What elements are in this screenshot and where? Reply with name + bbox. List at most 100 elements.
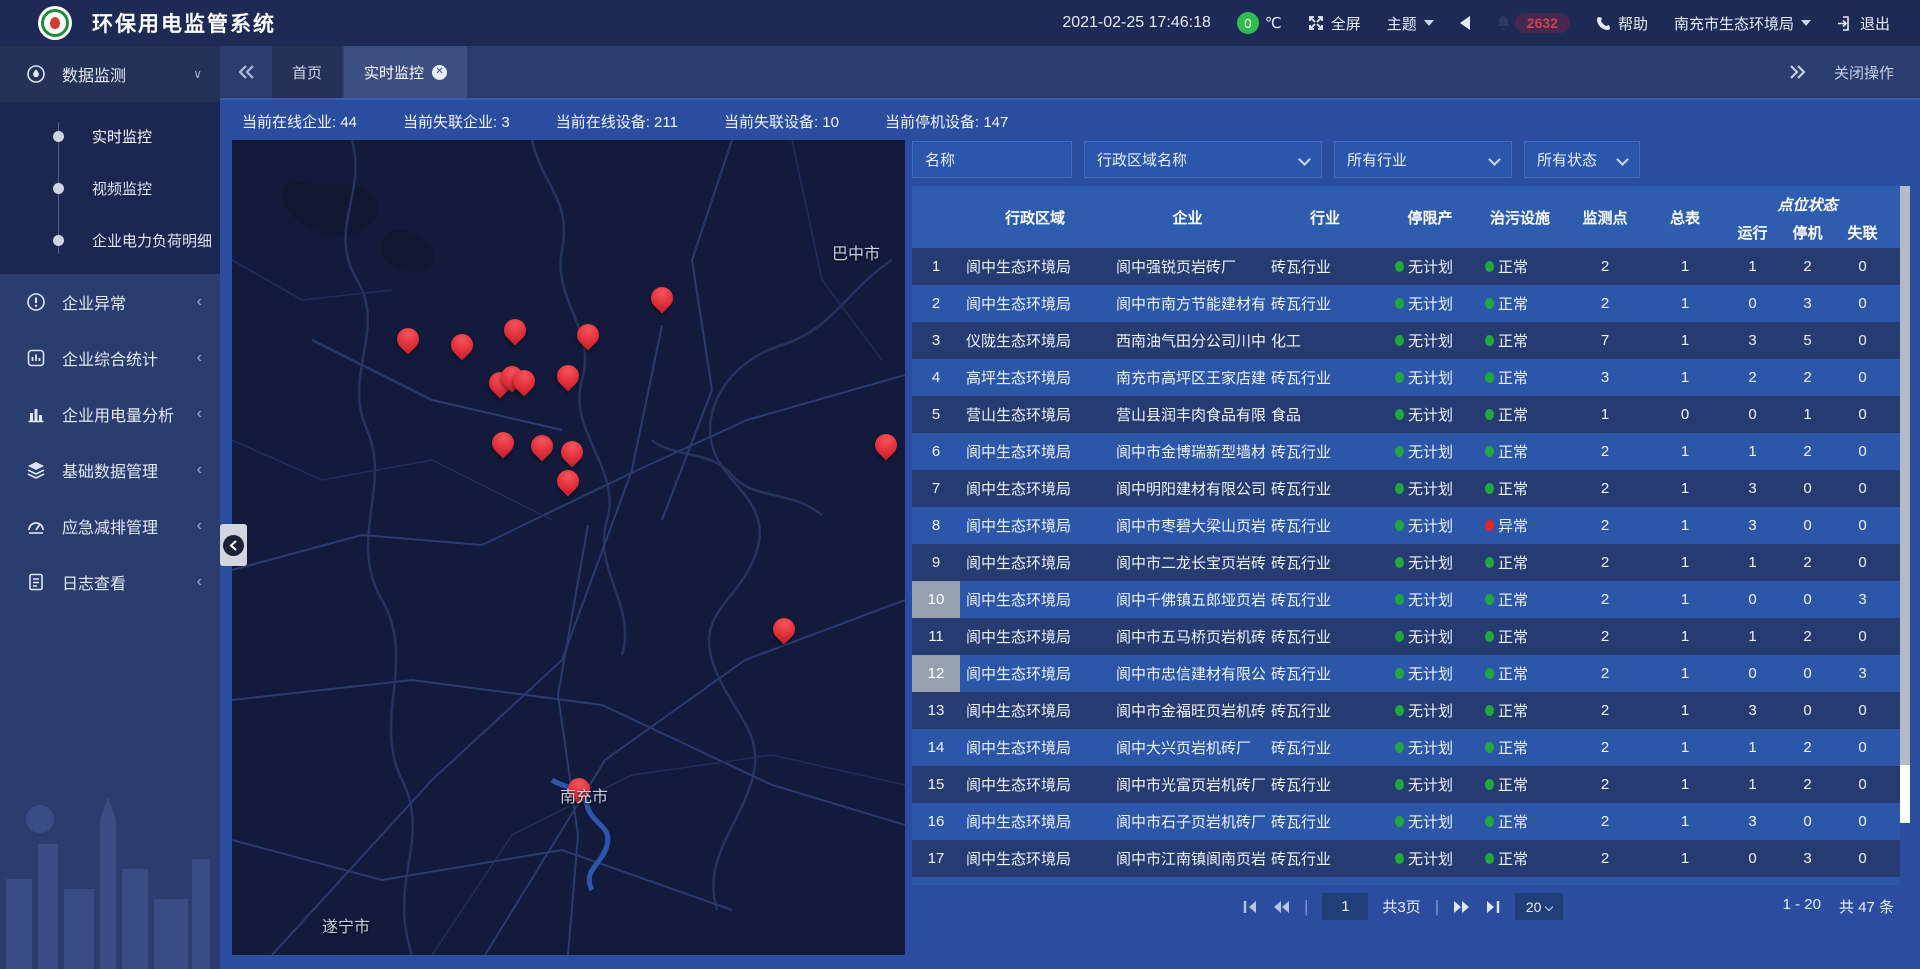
mute-speaker-icon[interactable] [1460, 16, 1470, 30]
fullscreen-button[interactable]: 全屏 [1308, 13, 1361, 34]
table-row[interactable]: 4高坪生态环境局南充市高坪区王家店建砖瓦行业无计划正常31220 [912, 359, 1900, 396]
theme-dropdown[interactable]: 主题 [1387, 13, 1434, 34]
row-run-cell: 2 [1725, 369, 1780, 386]
table-row[interactable]: 11阆中生态环境局阆中市五马桥页岩机砖砖瓦行业无计划正常21120 [912, 618, 1900, 655]
map-marker-pin[interactable] [650, 285, 674, 317]
page-number-input[interactable]: 1 [1322, 893, 1368, 920]
tab-首页[interactable]: 首页 [272, 46, 342, 98]
sidebar-group-企业异常[interactable]: 企业异常‹ [0, 274, 220, 330]
table-row[interactable]: 3仪陇生态环境局西南油气田分公司川中化工无计划正常71350 [912, 322, 1900, 359]
sidebar-collapse-button[interactable] [220, 524, 247, 566]
sidebar-group-数据监测[interactable]: 数据监测∨ [0, 46, 220, 102]
industry-select[interactable]: 所有行业 [1334, 141, 1512, 178]
table-row[interactable]: 9阆中生态环境局阆中市二龙长宝页岩砖砖瓦行业无计划正常21120 [912, 544, 1900, 581]
row-limit-cell: 无计划 [1385, 737, 1475, 758]
row-meters-cell: 1 [1645, 591, 1725, 608]
close-operations-button[interactable]: 关闭操作 [1834, 62, 1894, 83]
map-marker-pin[interactable] [491, 430, 515, 462]
sidebar-group-label: 数据监测 [62, 62, 126, 86]
table-row[interactable]: 17阆中生态环境局阆中市江南镇阆南页岩砖瓦行业无计划正常21030 [912, 840, 1900, 877]
map-marker-pin[interactable] [556, 363, 580, 395]
map-marker-pin[interactable] [512, 368, 536, 400]
sidebar-item-实时监控[interactable]: 实时监控 [0, 110, 220, 162]
tabs-scroll-left-button[interactable] [220, 46, 272, 98]
map-marker-pin[interactable] [503, 317, 527, 349]
sidebar-item-视频监控[interactable]: 视频监控 [0, 162, 220, 214]
help-button[interactable]: 帮助 [1596, 13, 1648, 34]
region-select[interactable]: 行政区域名称 [1084, 141, 1322, 178]
map-marker-pin[interactable] [874, 432, 898, 464]
status-label: 正常 [1498, 293, 1528, 314]
sidebar-group-企业用电量分析[interactable]: 企业用电量分析‹ [0, 386, 220, 442]
column-header-监测点: 监测点 [1565, 186, 1645, 248]
sidebar-group-日志查看[interactable]: 日志查看‹ [0, 554, 220, 610]
table-row[interactable]: 2阆中生态环境局阆中市南方节能建材有砖瓦行业无计划正常21030 [912, 285, 1900, 322]
table-scrollbar[interactable] [1900, 186, 1910, 823]
map-marker-pin[interactable] [772, 616, 796, 648]
org-dropdown[interactable]: 南充市生态环境局 [1674, 13, 1811, 34]
sidebar-group-基础数据管理[interactable]: 基础数据管理‹ [0, 442, 220, 498]
map-marker-pin[interactable] [556, 468, 580, 500]
status-label: 无计划 [1408, 515, 1453, 536]
status-select[interactable]: 所有状态 [1524, 141, 1640, 178]
total-pages-label: 共3页 [1382, 896, 1420, 917]
table-row[interactable]: 15阆中生态环境局阆中市光富页岩机砖厂砖瓦行业无计划正常21120 [912, 766, 1900, 803]
notification-area[interactable]: 2632 [1496, 13, 1570, 33]
sidebar-item-企业电力负荷明细[interactable]: 企业电力负荷明细 [0, 214, 220, 266]
row-stop-cell: 2 [1780, 369, 1835, 386]
status-label: 正常 [1498, 663, 1528, 684]
row-meters-cell: 1 [1645, 665, 1725, 682]
table-row[interactable]: 14阆中生态环境局阆中大兴页岩机砖厂砖瓦行业无计划正常21120 [912, 729, 1900, 766]
last-page-button[interactable] [1485, 900, 1501, 914]
status-dot-green [1485, 742, 1494, 753]
column-subheader-停机: 停机 [1780, 217, 1835, 248]
name-search-input[interactable]: 名称 [912, 141, 1072, 178]
prev-page-button[interactable] [1272, 900, 1290, 914]
next-page-button[interactable] [1453, 900, 1471, 914]
map-marker-pin[interactable] [576, 322, 600, 354]
status-label: 正常 [1498, 589, 1528, 610]
tabs-scroll-right-button[interactable] [1790, 65, 1806, 79]
row-facility-cell: 正常 [1475, 700, 1565, 721]
tab-实时监控[interactable]: 实时监控✕ [344, 46, 467, 98]
table-row[interactable]: 8阆中生态环境局阆中市枣碧大梁山页岩砖瓦行业无计划异常21300 [912, 507, 1900, 544]
first-page-button[interactable] [1242, 900, 1258, 914]
status-label: 正常 [1498, 811, 1528, 832]
row-stop-cell: 0 [1780, 591, 1835, 608]
row-industry-cell: 食品 [1265, 404, 1385, 425]
status-label: 异常 [1498, 515, 1528, 536]
row-number-cell: 6 [912, 433, 960, 470]
table-row[interactable]: 13阆中生态环境局阆中市金福旺页岩机砖砖瓦行业无计划正常21300 [912, 692, 1900, 729]
table-row[interactable]: 18南部生态环境局南部县砖华水泥有限公建材行业无计划正常21030 [912, 877, 1900, 885]
table-row[interactable]: 6阆中生态环境局阆中市金博瑞新型墙材砖瓦行业无计划正常21120 [912, 433, 1900, 470]
sidebar-group-label: 企业用电量分析 [62, 402, 174, 426]
sidebar-group-label: 企业综合统计 [62, 346, 158, 370]
row-number-cell: 12 [912, 655, 960, 692]
sidebar-group-应急减排管理[interactable]: 应急减排管理‹ [0, 498, 220, 554]
status-label: 正常 [1498, 848, 1528, 869]
row-facility-cell: 正常 [1475, 811, 1565, 832]
map-marker-pin[interactable] [560, 439, 584, 471]
sidebar-group-企业综合统计[interactable]: 企业综合统计‹ [0, 330, 220, 386]
status-dot-red [1485, 520, 1494, 531]
table-row[interactable]: 10阆中生态环境局阆中千佛镇五郎垭页岩砖瓦行业无计划正常21003 [912, 581, 1900, 618]
table-row[interactable]: 1阆中生态环境局阆中强锐页岩砖厂砖瓦行业无计划正常21120 [912, 248, 1900, 285]
double-chevron-right-icon [1790, 65, 1806, 79]
map-marker-pin[interactable] [530, 433, 554, 465]
status-dot-green [1485, 298, 1494, 309]
table-row[interactable]: 5营山生态环境局营山县润丰肉食品有限食品无计划正常10010 [912, 396, 1900, 433]
table-row[interactable]: 16阆中生态环境局阆中市石子页岩机砖厂砖瓦行业无计划正常21300 [912, 803, 1900, 840]
map-panel[interactable]: 巴中市南充市遂宁市 [232, 140, 905, 955]
status-label: 正常 [1498, 441, 1528, 462]
tab-close-icon[interactable]: ✕ [432, 65, 447, 80]
table-row[interactable]: 7阆中生态环境局阆中明阳建材有限公司砖瓦行业无计划正常21300 [912, 470, 1900, 507]
row-stop-cell: 3 [1780, 295, 1835, 312]
logout-button[interactable]: 退出 [1837, 13, 1890, 34]
map-marker-pin[interactable] [450, 332, 474, 364]
pagination-bar: | 1 共3页 | 20 1 - 20 共 47 条 [912, 888, 1910, 925]
page-size-select[interactable]: 20 [1515, 893, 1563, 920]
row-number-cell: 16 [912, 803, 960, 840]
map-marker-pin[interactable] [396, 326, 420, 358]
table-row[interactable]: 12阆中生态环境局阆中市忠信建材有限公砖瓦行业无计划正常21003 [912, 655, 1900, 692]
row-meters-cell: 1 [1645, 369, 1725, 386]
